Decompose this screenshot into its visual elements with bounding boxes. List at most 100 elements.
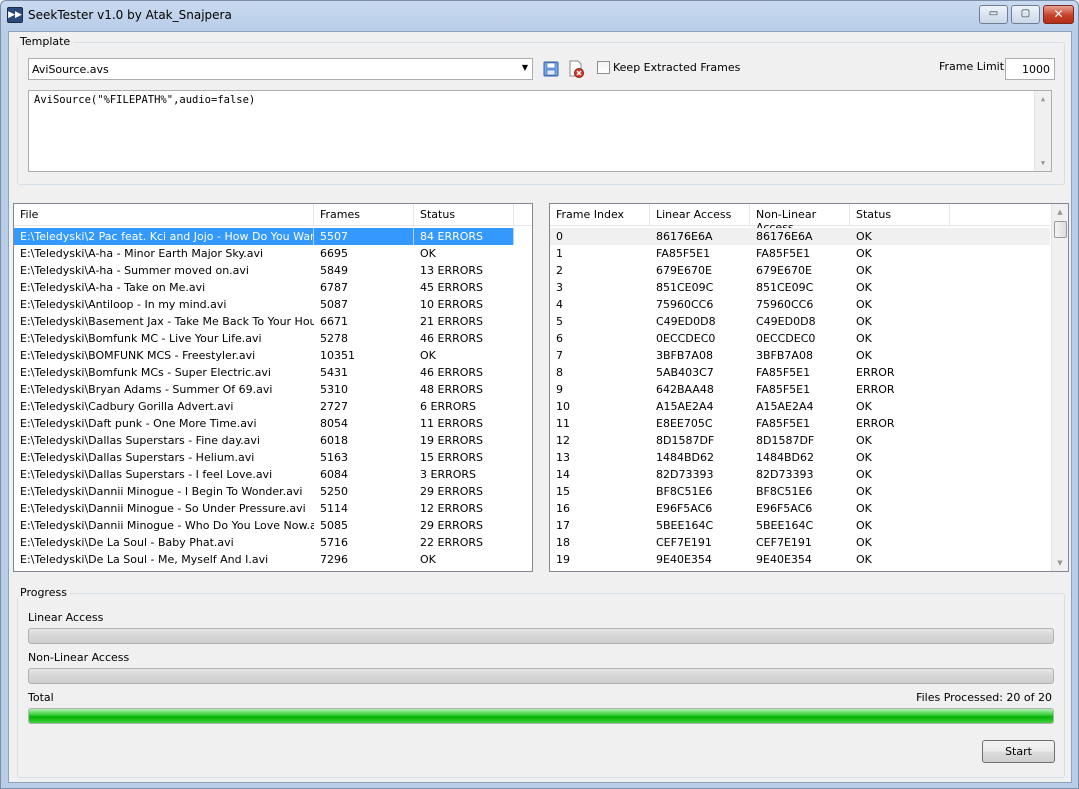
template-combo[interactable]: AviSource.avs ▼ <box>28 58 533 80</box>
table-row[interactable]: E:\Teledyski\BOMFUNK MCS - Freestyler.av… <box>14 347 532 364</box>
file-path-cell: E:\Teledyski\Dallas Superstars - I feel … <box>20 468 273 481</box>
table-row[interactable]: E:\Teledyski\A-ha - Take on Me.avi 6787 45… <box>14 279 532 296</box>
files-processed-text: Files Processed: 20 of 20 <box>916 691 1052 704</box>
table-row[interactable]: 17 5BEE164C 5BEE164C OK <box>550 517 1050 534</box>
start-button[interactable]: Start <box>982 740 1055 763</box>
table-row[interactable]: E:\Teledyski\Dannii Minogue - Who Do You… <box>14 517 532 534</box>
status-cell: 12 ERRORS <box>420 502 484 515</box>
keep-frames-label[interactable]: Keep Extracted Frames <box>613 61 740 74</box>
column-header-nonlinear-access[interactable]: Non-Linear Access <box>750 204 850 234</box>
status-cell: 48 ERRORS <box>420 383 484 396</box>
file-path-cell: E:\Teledyski\Dallas Superstars - Helium.… <box>20 451 255 464</box>
column-header-frame-index[interactable]: Frame Index <box>550 204 650 226</box>
table-row[interactable]: 7 3BFB7A08 3BFB7A08 OK <box>550 347 1050 364</box>
progress-group-label: Progress <box>17 586 70 599</box>
minimize-button[interactable]: ▭ <box>979 5 1008 24</box>
frame-list-scrollbar[interactable]: ▲ ▼ <box>1051 204 1068 571</box>
table-row[interactable]: 2 679E670E 679E670E OK <box>550 262 1050 279</box>
frame-index-cell: 10 <box>556 400 570 413</box>
chevron-down-icon[interactable]: ▼ <box>522 63 528 72</box>
template-code[interactable]: AviSource("%FILEPATH%",audio=false) <box>34 94 255 106</box>
frame-index-cell: 9 <box>556 383 563 396</box>
frames-cell: 10351 <box>320 349 355 362</box>
scroll-up-icon[interactable]: ▲ <box>1052 204 1068 220</box>
table-row[interactable]: E:\Teledyski\Daft punk - One More Time.a… <box>14 415 532 432</box>
table-row[interactable]: 9 642BAA48 FA85F5E1 ERROR <box>550 381 1050 398</box>
frames-cell: 5431 <box>320 366 348 379</box>
column-header-linear-access[interactable]: Linear Access <box>650 204 750 226</box>
linear-access-label: Linear Access <box>28 611 104 624</box>
table-row[interactable]: 10 A15AE2A4 A15AE2A4 OK <box>550 398 1050 415</box>
save-icon[interactable] <box>542 60 560 78</box>
linear-access-cell: FA85F5E1 <box>656 247 711 260</box>
frame-list[interactable]: Frame Index Linear Access Non-Linear Acc… <box>549 203 1069 572</box>
table-row[interactable]: 4 75960CC6 75960CC6 OK <box>550 296 1050 313</box>
table-row[interactable]: E:\Teledyski\De La Soul - Me, Myself And… <box>14 551 532 568</box>
frame-status-cell: OK <box>856 519 872 532</box>
file-path-cell: E:\Teledyski\De La Soul - Me, Myself And… <box>20 553 269 566</box>
table-row[interactable]: 19 9E40E354 9E40E354 OK <box>550 551 1050 568</box>
nonlinear-access-label: Non-Linear Access <box>28 651 130 664</box>
table-row[interactable]: E:\Teledyski\Dannii Minogue - I Begin To… <box>14 483 532 500</box>
column-header-frames[interactable]: Frames <box>314 204 414 226</box>
file-path-cell: E:\Teledyski\A-ha - Summer moved on.avi <box>20 264 249 277</box>
table-row[interactable]: 8 5AB403C7 FA85F5E1 ERROR <box>550 364 1050 381</box>
table-row[interactable]: E:\Teledyski\Bryan Adams - Summer Of 69.… <box>14 381 532 398</box>
status-cell: 10 ERRORS <box>420 298 484 311</box>
close-button[interactable]: ✕ <box>1043 5 1074 24</box>
table-row[interactable]: 14 82D73393 82D73393 OK <box>550 466 1050 483</box>
scrollbar-thumb[interactable] <box>1054 221 1067 238</box>
nonlinear-access-cell: 679E670E <box>756 264 812 277</box>
column-header-file[interactable]: File <box>14 204 314 226</box>
status-cell: 6 ERRORS <box>420 400 477 413</box>
table-row[interactable]: E:\Teledyski\Dallas Superstars - Helium.… <box>14 449 532 466</box>
frame-status-cell: OK <box>856 247 872 260</box>
frame-status-cell: OK <box>856 298 872 311</box>
table-row[interactable]: 11 E8EE705C FA85F5E1 ERROR <box>550 415 1050 432</box>
scroll-down-icon[interactable]: ▼ <box>1035 155 1051 171</box>
maximize-button[interactable]: ▢ <box>1011 5 1040 24</box>
template-editor[interactable]: AviSource("%FILEPATH%",audio=false) ▲ ▼ <box>28 90 1052 172</box>
table-row[interactable]: 18 CEF7E191 CEF7E191 OK <box>550 534 1050 551</box>
scroll-down-icon[interactable]: ▼ <box>1052 555 1068 571</box>
file-path-cell: E:\Teledyski\BOMFUNK MCS - Freestyler.av… <box>20 349 256 362</box>
file-path-cell: E:\Teledyski\Dannii Minogue - I Begin To… <box>20 485 303 498</box>
table-row[interactable]: E:\Teledyski\Basement Jax - Take Me Back… <box>14 313 532 330</box>
table-row[interactable]: E:\Teledyski\Dannii Minogue - So Under P… <box>14 500 532 517</box>
table-row[interactable]: 0 86176E6A 86176E6A OK <box>550 228 1050 245</box>
nonlinear-access-cell: FA85F5E1 <box>756 383 811 396</box>
table-row[interactable]: E:\Teledyski\A-ha - Summer moved on.avi 5… <box>14 262 532 279</box>
table-row[interactable]: 13 1484BD62 1484BD62 OK <box>550 449 1050 466</box>
app-icon[interactable]: ▶▶ <box>7 7 23 23</box>
table-row[interactable]: E:\Teledyski\Bomfunk MC - Live Your Life… <box>14 330 532 347</box>
table-row[interactable]: 16 E96F5AC6 E96F5AC6 OK <box>550 500 1050 517</box>
table-row[interactable]: E:\Teledyski\Dallas Superstars - I feel … <box>14 466 532 483</box>
keep-frames-checkbox[interactable] <box>597 61 610 74</box>
table-row[interactable]: 1 FA85F5E1 FA85F5E1 OK <box>550 245 1050 262</box>
frames-cell: 5163 <box>320 451 348 464</box>
table-row[interactable]: E:\Teledyski\A-ha - Minor Earth Major Sk… <box>14 245 532 262</box>
scroll-up-icon[interactable]: ▲ <box>1035 91 1051 107</box>
linear-access-cell: 82D73393 <box>656 468 714 481</box>
table-row[interactable]: 3 851CE09C 851CE09C OK <box>550 279 1050 296</box>
nonlinear-access-cell: 8D1587DF <box>756 434 815 447</box>
table-row[interactable]: 6 0ECCDEC0 0ECCDEC0 OK <box>550 330 1050 347</box>
total-progress-fill <box>29 709 1053 723</box>
table-row[interactable]: E:\Teledyski\De La Soul - Baby Phat.avi 5… <box>14 534 532 551</box>
table-row[interactable]: E:\Teledyski\Dallas Superstars - Fine da… <box>14 432 532 449</box>
table-row[interactable]: 12 8D1587DF 8D1587DF OK <box>550 432 1050 449</box>
table-row[interactable]: E:\Teledyski\Bomfunk MCs - Super Electri… <box>14 364 532 381</box>
table-row[interactable]: 5 C49ED0D8 C49ED0D8 OK <box>550 313 1050 330</box>
editor-scrollbar[interactable]: ▲ ▼ <box>1034 91 1051 171</box>
file-list[interactable]: File Frames Status E:\Teledyski\2 Pac fe… <box>13 203 533 572</box>
table-row[interactable]: 15 BF8C51E6 BF8C51E6 OK <box>550 483 1050 500</box>
table-row[interactable]: E:\Teledyski\Cadbury Gorilla Advert.avi 2… <box>14 398 532 415</box>
table-row[interactable]: E:\Teledyski\2 Pac feat. Kci and Jojo - … <box>14 228 514 245</box>
column-header-frame-status[interactable]: Status <box>850 204 950 226</box>
file-path-cell: E:\Teledyski\2 Pac feat. Kci and Jojo - … <box>14 228 314 245</box>
column-header-status[interactable]: Status <box>414 204 514 226</box>
delete-template-icon[interactable] <box>567 60 585 78</box>
table-row[interactable]: E:\Teledyski\Antiloop - In my mind.avi 50… <box>14 296 532 313</box>
frame-limit-input[interactable]: 1000 <box>1005 58 1055 80</box>
title-bar[interactable]: ▶▶ SeekTester v1.0 by Atak_Snajpera ▭ ▢ … <box>1 1 1078 31</box>
